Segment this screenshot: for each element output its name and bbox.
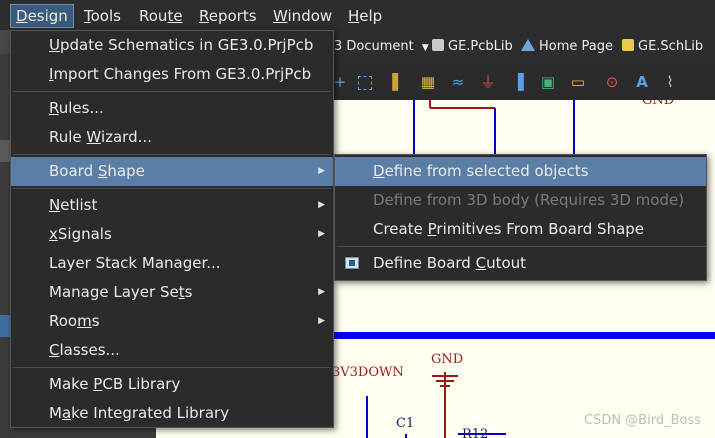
menu-window[interactable]: Window <box>268 4 337 28</box>
menu-item-classes[interactable]: Classes... <box>11 336 333 365</box>
panel-row-selected <box>0 315 10 337</box>
menu-item-make-pcb-library[interactable]: Make PCB Library <box>11 370 333 399</box>
no-erc-icon[interactable]: ⊙ <box>604 74 620 90</box>
menu-separator <box>13 91 331 92</box>
port-icon[interactable]: ▐ <box>510 74 526 90</box>
home-icon <box>521 39 535 51</box>
submenu-item-define-from-3d-body: Define from 3D body (Requires 3D mode) <box>373 191 685 209</box>
board-cutout-icon <box>345 257 359 269</box>
board-shape-submenu: Define from selected objects Define from… <box>334 154 707 281</box>
menu-separator <box>13 154 331 155</box>
menu-item-rules[interactable]: Rules... <box>11 94 333 123</box>
menu-separator <box>13 367 331 368</box>
menu-item-make-integrated-library[interactable]: Make Integrated Library <box>11 399 333 428</box>
menu-reports[interactable]: Reports <box>194 4 262 28</box>
panel-row <box>0 140 10 162</box>
menu-item-update-schematics[interactable]: Update Schematics in GE3.0.PrjPcb <box>11 31 333 60</box>
menu-item-rooms[interactable]: Rooms ▶ <box>11 307 333 336</box>
watermark: CSDN @Bird_Boss <box>583 413 701 428</box>
gnd-label: GND <box>431 352 464 367</box>
menu-item-board-shape[interactable]: Board Shape ▶ <box>11 157 333 186</box>
menu-design[interactable]: Design <box>10 4 74 28</box>
component-icon[interactable]: ▦ <box>420 74 436 90</box>
more-icon[interactable]: ⌇ <box>662 74 678 90</box>
net-label-3v3down: 3V3DOWN <box>332 365 404 380</box>
gnd-label-top: GND <box>642 100 675 108</box>
menu-item-rule-wizard[interactable]: Rule Wizard... <box>11 123 333 152</box>
cross-add-icon[interactable]: + <box>332 74 348 90</box>
tab-schlib[interactable]: GE.SchLib <box>622 39 703 54</box>
menu-route[interactable]: Route <box>134 4 188 28</box>
text-icon[interactable]: A <box>634 74 650 90</box>
submenu-arrow-icon: ▶ <box>318 200 325 210</box>
submenu-arrow-icon: ▶ <box>318 316 325 326</box>
tab-pcblib[interactable]: GE.PcbLib <box>432 39 513 54</box>
menu-item-xsignals[interactable]: xSignals ▶ <box>11 220 333 249</box>
c1-designator: C1 <box>396 416 415 431</box>
pcblib-icon <box>432 39 444 51</box>
select-area-icon[interactable] <box>358 76 372 90</box>
connector-icon[interactable]: ▭ <box>570 74 586 90</box>
submenu-arrow-icon: ▶ <box>318 166 325 176</box>
menu-item-layer-stack-manager[interactable]: Layer Stack Manager... <box>11 249 333 278</box>
menu-bar: Design Tools Route Reports Window Help <box>0 0 715 30</box>
align-icon[interactable]: ▌ <box>390 74 406 90</box>
menu-item-manage-layer-sets[interactable]: Manage Layer Sets ▶ <box>11 278 333 307</box>
menu-item-netlist[interactable]: Netlist ▶ <box>11 191 333 220</box>
submenu-item-define-from-selected[interactable]: Define from selected objects <box>335 157 706 186</box>
r12-designator: R12 <box>462 427 489 438</box>
schlib-icon <box>622 39 634 51</box>
design-menu: Update Schematics in GE3.0.PrjPcb Import… <box>10 30 334 428</box>
submenu-arrow-icon: ▶ <box>318 287 325 297</box>
dropdown-icon[interactable]: ▼ <box>422 43 429 53</box>
menu-tools[interactable]: Tools <box>79 4 126 28</box>
chip-icon[interactable]: ▣ <box>540 74 556 90</box>
menu-item-import-changes[interactable]: Import Changes From GE3.0.PrjPcb <box>11 60 333 89</box>
submenu-item-create-primitives[interactable]: Create Primitives From Board Shape <box>335 215 706 244</box>
ground-icon[interactable]: ⏚ <box>480 74 496 90</box>
route-icon[interactable]: ≈ <box>450 74 466 90</box>
submenu-arrow-icon: ▶ <box>318 229 325 239</box>
tab-document[interactable]: 3 Document ▼ <box>334 39 429 54</box>
tab-home-page[interactable]: Home Page <box>521 39 613 54</box>
menu-separator <box>13 188 331 189</box>
menu-separator <box>337 246 706 247</box>
submenu-item-define-board-cutout[interactable]: Define Board Cutout <box>335 249 706 278</box>
menu-help[interactable]: Help <box>343 4 387 28</box>
